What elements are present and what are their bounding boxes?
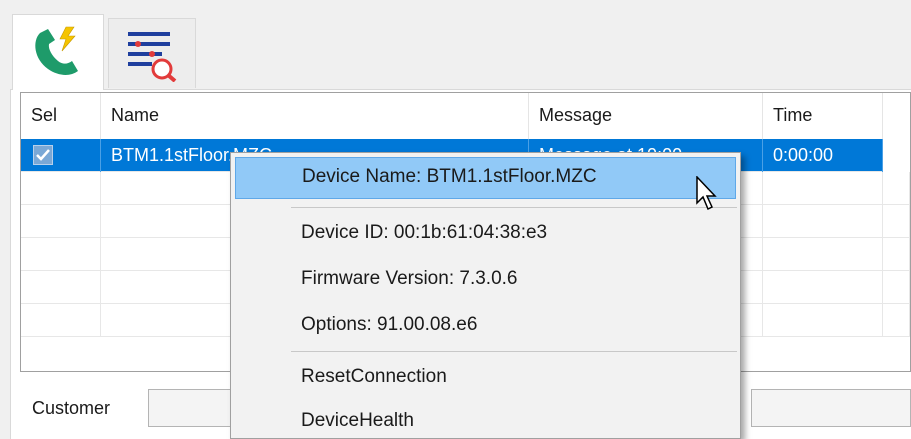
column-header-sel[interactable]: Sel — [21, 93, 101, 139]
menu-item-reset-connection[interactable]: ResetConnection — [235, 357, 736, 399]
menu-separator — [291, 207, 737, 208]
filter-search-icon — [128, 31, 177, 82]
phone-icon — [35, 26, 78, 75]
tab-filter[interactable] — [108, 18, 196, 88]
tab-strip — [0, 0, 911, 90]
menu-item-options[interactable]: Options: 91.00.08.e6 — [235, 305, 736, 347]
column-header-time[interactable]: Time — [763, 93, 883, 139]
customer-field[interactable] — [148, 389, 238, 427]
tab-call[interactable] — [12, 14, 104, 90]
column-header-name[interactable]: Name — [101, 93, 529, 139]
filler-cell — [883, 139, 910, 172]
checkmark-icon — [36, 149, 50, 161]
time-cell: 0:00:00 — [763, 139, 883, 172]
customer-field-right[interactable] — [751, 389, 911, 427]
column-header-filler — [883, 93, 910, 139]
row-checkbox[interactable] — [33, 145, 53, 165]
sel-cell — [21, 139, 101, 172]
context-menu: Device Name: BTM1.1stFloor.MZC Device ID… — [230, 152, 741, 439]
menu-item-firmware-version[interactable]: Firmware Version: 7.3.0.6 — [235, 259, 736, 301]
column-header-message[interactable]: Message — [529, 93, 763, 139]
menu-separator — [291, 351, 737, 352]
mouse-cursor-icon — [696, 176, 717, 211]
menu-item-device-health[interactable]: DeviceHealth — [235, 401, 736, 439]
menu-item-device-id[interactable]: Device ID: 00:1b:61:04:38:e3 — [235, 213, 736, 255]
menu-item-device-name[interactable]: Device Name: BTM1.1stFloor.MZC — [235, 157, 736, 199]
customer-label: Customer — [32, 398, 111, 418]
grid-header: Sel Name Message Time — [21, 93, 910, 139]
